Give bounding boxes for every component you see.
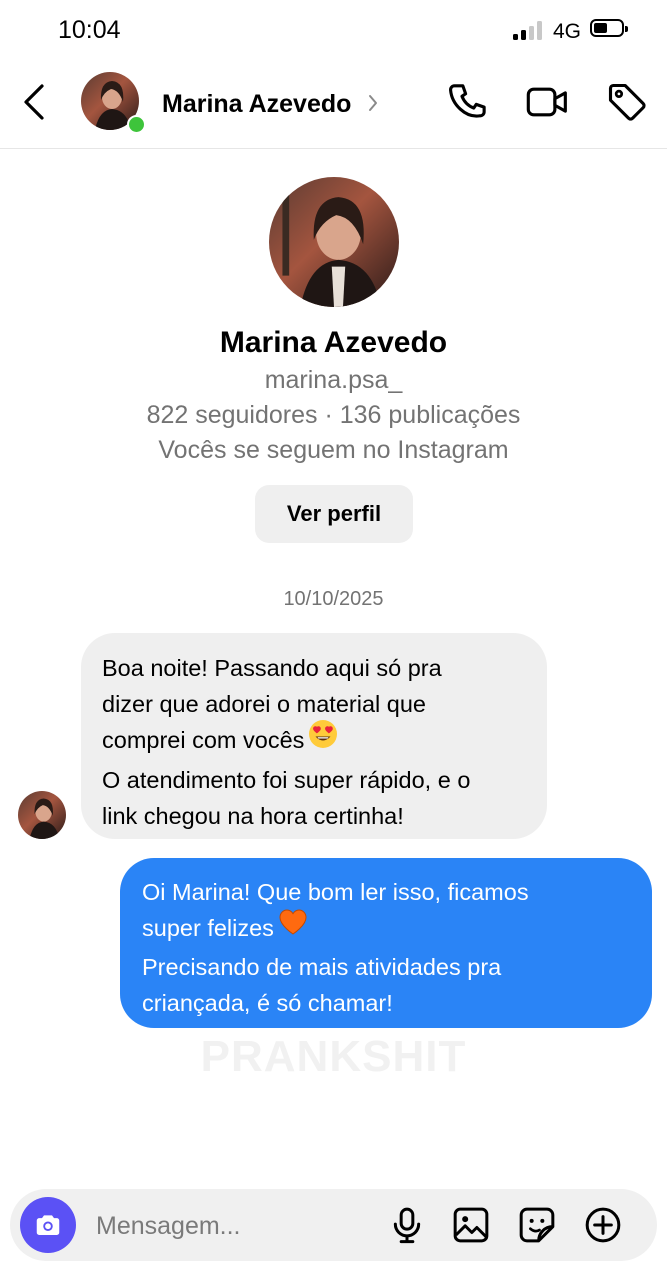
- sender-avatar[interactable]: [18, 791, 66, 839]
- view-profile-button[interactable]: Ver perfil: [255, 485, 413, 543]
- message-line: criançada, é só chamar!: [142, 989, 393, 1016]
- sticker-icon[interactable]: [517, 1205, 557, 1245]
- profile-username: marina.psa_: [264, 366, 403, 394]
- gallery-icon[interactable]: [451, 1205, 491, 1245]
- status-time: 10:04: [58, 16, 121, 44]
- heart-eyes-emoji: [308, 719, 338, 759]
- profile-stats: 822 seguidores · 136 publicações: [146, 401, 521, 429]
- phone-icon[interactable]: [446, 80, 490, 124]
- message-line: comprei com vocês: [102, 719, 527, 762]
- profile-name: Marina Azevedo: [219, 326, 448, 359]
- tag-icon[interactable]: [605, 80, 649, 124]
- message-line: Precisando de mais atividades pra: [142, 953, 502, 980]
- contact-name[interactable]: Marina Azevedo: [162, 90, 351, 119]
- online-status-dot: [127, 115, 146, 134]
- video-camera-icon[interactable]: [525, 80, 569, 124]
- message-line: dizer que adorei o material que: [102, 691, 426, 717]
- incoming-message[interactable]: Boa noite! Passando aqui só pra dizer qu…: [81, 633, 547, 839]
- status-bar: 10:04 4G: [0, 0, 667, 62]
- conversation-date: 10/10/2025: [283, 588, 384, 610]
- chat-header: Marina Azevedo: [0, 62, 667, 149]
- back-chevron-icon[interactable]: [18, 80, 52, 124]
- message-line: super felizes: [142, 908, 632, 949]
- chevron-right-icon[interactable]: [366, 92, 380, 114]
- plus-circle-icon[interactable]: [583, 1205, 623, 1245]
- message-line: Oi Marina! Que bom ler isso, ficamos: [142, 879, 529, 905]
- message-line: Boa noite! Passando aqui só pra: [102, 655, 442, 681]
- camera-button[interactable]: [20, 1197, 76, 1253]
- message-input[interactable]: [94, 1206, 378, 1246]
- microphone-icon[interactable]: [387, 1205, 427, 1245]
- watermark: PRANKSHIT: [200, 1032, 467, 1081]
- message-line: O atendimento foi super rápido, e o: [102, 767, 471, 793]
- message-composer: [10, 1189, 657, 1261]
- profile-avatar[interactable]: [269, 177, 399, 307]
- signal-icon: [513, 20, 547, 40]
- battery-icon: [590, 19, 628, 37]
- profile-relation: Vocês se seguem no Instagram: [158, 436, 509, 464]
- network-type: 4G: [553, 20, 582, 43]
- message-line: link chegou na hora certinha!: [102, 803, 404, 829]
- orange-heart-emoji: [278, 908, 308, 946]
- outgoing-message[interactable]: Oi Marina! Que bom ler isso, ficamos sup…: [120, 858, 652, 1028]
- camera-icon: [36, 1215, 60, 1235]
